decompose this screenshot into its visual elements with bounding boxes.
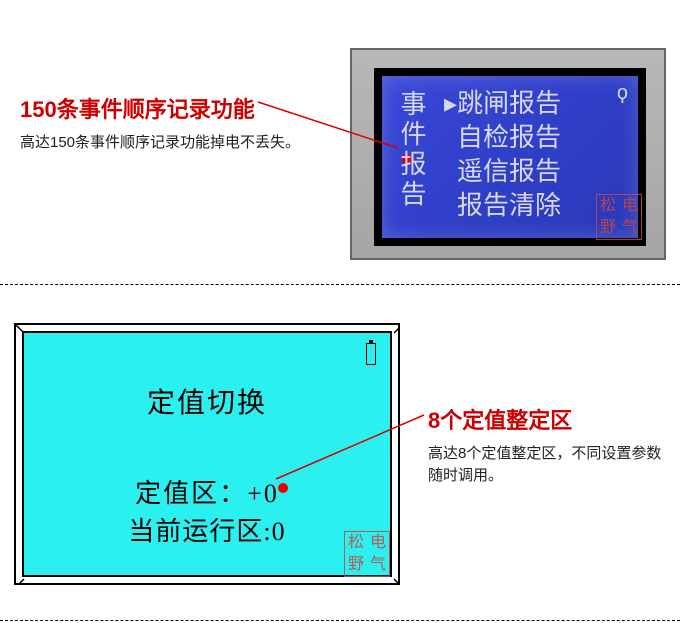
stamp-char: 电 xyxy=(619,197,641,215)
line-value: +0 xyxy=(247,479,279,508)
lcd-content: 定值切换 定值区：+0 当前运行区:0 xyxy=(24,333,390,575)
stamp-char: 松 xyxy=(345,534,367,552)
stamp-char: 野 xyxy=(345,556,367,574)
feature-text-block: 150条事件顺序记录功能 高达150条事件顺序记录功能掉电不丢失。 xyxy=(20,92,315,154)
lcd-menu-item: 报告清除 xyxy=(457,191,561,220)
selection-arrow-icon: ▸ xyxy=(444,88,457,118)
lcd-menu-item: 遥信报告 xyxy=(457,157,561,186)
screen-title: 定值切换 xyxy=(24,381,390,421)
callout-dot xyxy=(278,483,288,493)
lcd-side-label: 事件报告 xyxy=(394,86,430,228)
stamp-char: 电 xyxy=(367,534,389,552)
feature-section-event-log: 150条事件顺序记录功能 高达150条事件顺序记录功能掉电不丢失。 ϙ 事件报告… xyxy=(0,0,680,284)
device-frame-outer: 定值切换 定值区：+0 当前运行区:0 xyxy=(14,323,400,585)
screen-line-setting-zone: 定值区：+0 xyxy=(24,473,390,510)
section-divider xyxy=(0,620,680,621)
stamp-char: 气 xyxy=(367,556,389,574)
feature-description: 高达150条事件顺序记录功能掉电不丢失。 xyxy=(20,132,315,154)
watermark-stamp: 松电野气 xyxy=(344,531,390,577)
feature-section-setting-zones: 定值切换 定值区：+0 当前运行区:0 松电野气 8个定值整定区 高达8个定值整… xyxy=(0,285,680,623)
stamp-char: 气 xyxy=(619,219,641,237)
lcd-menu-item: 跳闸报告 xyxy=(457,89,561,118)
lcd-menu-item: 自检报告 xyxy=(457,123,561,152)
device-bezel: ϙ 事件报告 ▸跳闸报告 自检报告 遥信报告 报告清除 松电野气 xyxy=(350,48,666,260)
device-lcd-screen: 定值切换 定值区：+0 当前运行区:0 xyxy=(22,331,392,577)
screen-line-current-zone: 当前运行区:0 xyxy=(24,511,390,548)
feature-headline: 150条事件顺序记录功能 xyxy=(20,92,315,124)
line-value: :0 xyxy=(263,517,285,546)
watermark-stamp: 松电野气 xyxy=(596,194,642,240)
feature-text-block: 8个定值整定区 高达8个定值整定区，不同设置参数随时调用。 xyxy=(428,403,664,487)
line-label: 定值区： xyxy=(135,479,247,508)
line-label: 当前运行区 xyxy=(128,517,263,546)
stamp-char: 松 xyxy=(597,197,619,215)
battery-icon xyxy=(366,343,376,365)
feature-description: 高达8个定值整定区，不同设置参数随时调用。 xyxy=(428,443,664,487)
lcd-content: 事件报告 ▸跳闸报告 自检报告 遥信报告 报告清除 xyxy=(394,86,626,228)
stamp-char: 野 xyxy=(597,219,619,237)
feature-headline: 8个定值整定区 xyxy=(428,403,664,435)
